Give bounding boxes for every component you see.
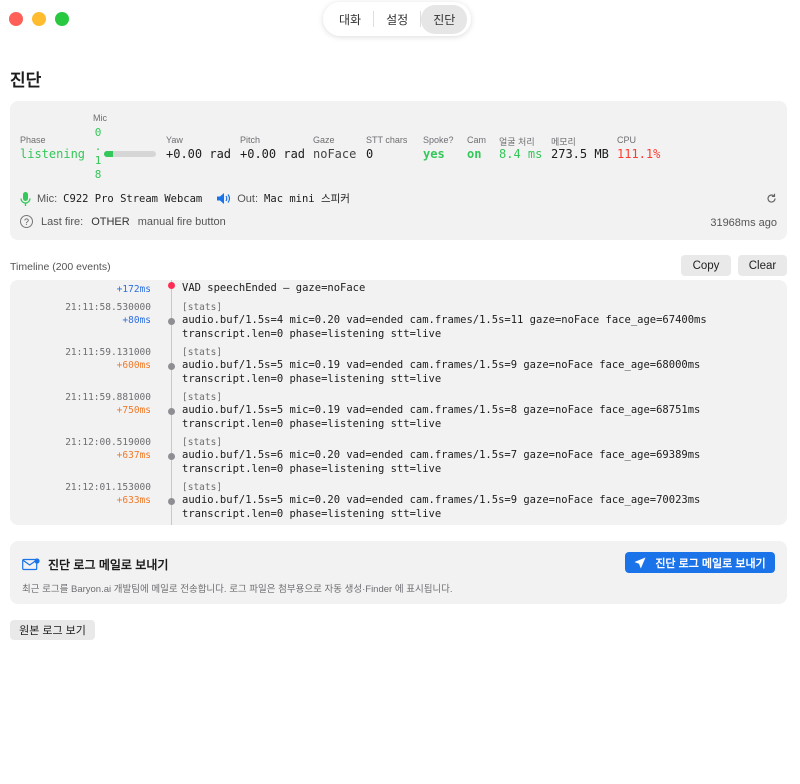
entry-text: audio.buf/1.5s=6 mic=0.20 vad=ended cam.… (182, 449, 701, 475)
status-panel: Phase listening Mic 0 . 1 8 Yaw +0.00 ra… (10, 101, 787, 240)
mic-level-meter (104, 151, 156, 157)
entry-text: VAD speechEnded — gaze=noFace (182, 282, 366, 294)
mic-digit: 8 (94, 168, 102, 181)
entry-text: audio.buf/1.5s=5 mic=0.19 vad=ended cam.… (182, 359, 701, 385)
cpu-value: 111.1% (617, 147, 661, 161)
timeline-track (171, 280, 172, 525)
entry-tag: [stats] (182, 437, 223, 448)
stt-chars-value: 0 (366, 147, 374, 161)
phase-label: Phase (20, 135, 46, 145)
entry-time: 21:12:01.153000 (65, 482, 151, 493)
cam-value: on (467, 147, 482, 161)
yaw-value: +0.00 rad (166, 147, 232, 161)
gaze-label: Gaze (313, 135, 335, 145)
entry-text: audio.buf/1.5s=5 mic=0.19 vad=ended cam.… (182, 404, 701, 430)
tab-diagnostics[interactable]: 진단 (421, 4, 468, 34)
entry-tag: [stats] (182, 347, 223, 358)
face-processing-value: 8.4 ms (499, 147, 543, 161)
event-dot (168, 282, 175, 289)
yaw-label: Yaw (166, 135, 183, 145)
refresh-icon[interactable] (766, 193, 777, 207)
last-fire-row: ? Last fire: OTHER manual fire button (20, 215, 226, 228)
question-icon: ? (20, 215, 33, 228)
send-log-email-button[interactable]: 진단 로그 메일로 보내기 (625, 552, 775, 573)
mic-digit: 0 (94, 126, 102, 139)
entry-time: 21:11:59.881000 (65, 392, 151, 403)
timeline-title: Timeline (200 events) (10, 261, 111, 273)
output-device-label: Out: (237, 192, 259, 205)
page-title: 진단 (10, 71, 42, 90)
window-controls (9, 12, 69, 26)
entry-tag: [stats] (182, 482, 223, 493)
phase-value: listening (20, 147, 86, 161)
mic-device-name: C922 Pro Stream Webcam (63, 192, 203, 205)
entry-text: audio.buf/1.5s=5 mic=0.20 vad=ended cam.… (182, 494, 701, 520)
send-log-email-label: 진단 로그 메일로 보내기 (655, 557, 766, 570)
spoke-value: yes (423, 147, 445, 161)
event-dot (168, 363, 175, 370)
speaker-icon (216, 192, 231, 205)
entry-text: audio.buf/1.5s=4 mic=0.20 vad=ended cam.… (182, 314, 707, 340)
cpu-label: CPU (617, 135, 637, 145)
mic-digit: . (94, 140, 102, 153)
gaze-value: noFace (313, 147, 357, 161)
entry-delta: +80ms (122, 315, 151, 326)
event-dot (168, 318, 175, 325)
minimize-window-button[interactable] (32, 12, 46, 26)
entry-delta: +633ms (116, 495, 151, 506)
last-fire-ago: 31968ms ago (710, 217, 777, 229)
entry-tag: [stats] (182, 392, 223, 403)
view-raw-log-button[interactable]: 원본 로그 보기 (10, 620, 95, 640)
event-dot (168, 498, 175, 505)
mic-level-value: 0 . 1 8 (93, 126, 103, 182)
entry-time: 21:11:59.131000 (65, 347, 151, 358)
copy-button[interactable]: Copy (681, 255, 731, 276)
mic-label: Mic (93, 113, 107, 123)
last-fire-label: Last fire: (41, 215, 84, 228)
clear-button[interactable]: Clear (738, 255, 787, 276)
entry-tag: [stats] (182, 302, 223, 313)
stt-chars-label: STT chars (366, 135, 408, 145)
event-dot (168, 453, 175, 460)
email-description: 최근 로그를 Baryon.ai 개발팀에 메일로 전송합니다. 로그 파일은 … (22, 584, 453, 595)
tab-chat[interactable]: 대화 (327, 5, 373, 34)
mic-device-label: Mic: (37, 192, 58, 205)
mic-level-fill (104, 151, 114, 157)
mail-icon (22, 558, 40, 571)
spoke-label: Spoke? (423, 135, 454, 145)
entry-delta: +172ms (116, 284, 151, 295)
memory-value: 273.5 MB (551, 147, 609, 161)
pitch-value: +0.00 rad (240, 147, 306, 161)
entry-time: 21:11:58.530000 (65, 302, 151, 313)
close-window-button[interactable] (9, 12, 23, 26)
timeline-list[interactable]: +172ms VAD speechEnded — gaze=noFace 21:… (10, 280, 787, 525)
mic-digit: 1 (94, 154, 102, 167)
entry-delta: +637ms (116, 450, 151, 461)
last-fire-source: manual fire button (137, 215, 226, 228)
audio-devices-row: Mic: C922 Pro Stream Webcam Out: Mac min… (20, 191, 350, 206)
zoom-window-button[interactable] (55, 12, 69, 26)
entry-time: 21:12:00.519000 (65, 437, 151, 448)
send-icon (634, 557, 646, 569)
tab-settings[interactable]: 설정 (374, 5, 420, 34)
email-log-panel: 진단 로그 메일로 보내기 최근 로그를 Baryon.ai 개발팀에 메일로 … (10, 541, 787, 604)
entry-delta: +750ms (116, 405, 151, 416)
last-fire-type: OTHER (91, 215, 130, 228)
tab-bar: 대화 설정 진단 (323, 2, 472, 36)
event-dot (168, 408, 175, 415)
pitch-label: Pitch (240, 135, 261, 145)
entry-delta: +600ms (116, 360, 151, 371)
email-title: 진단 로그 메일로 보내기 (22, 556, 168, 573)
email-title-text: 진단 로그 메일로 보내기 (48, 558, 169, 572)
cam-label: Cam (467, 135, 487, 145)
mic-icon (20, 191, 31, 206)
output-device-name: Mac mini 스피커 (264, 193, 350, 205)
